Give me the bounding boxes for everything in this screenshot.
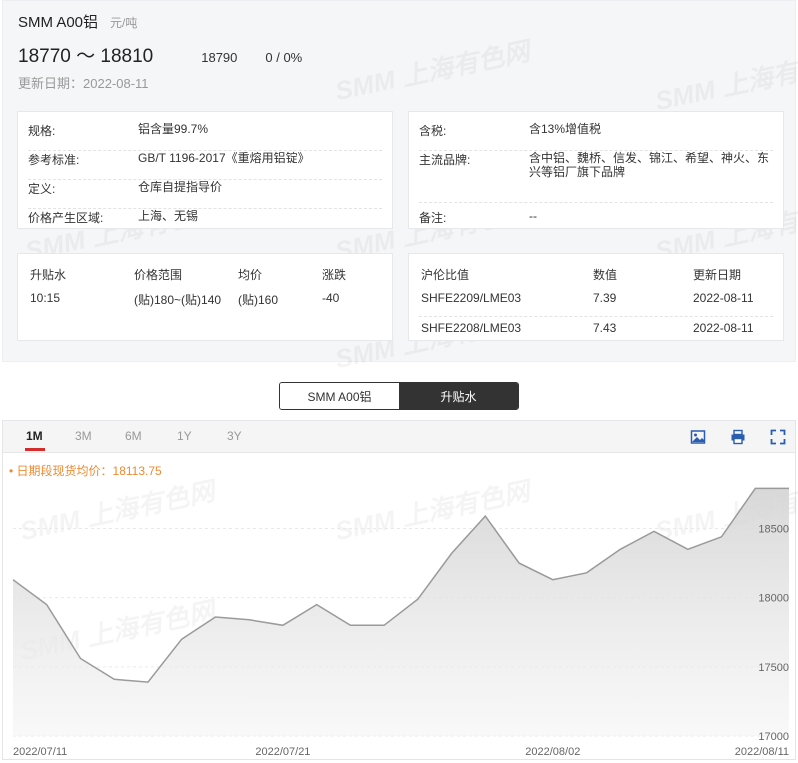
column-header: 升贴水 xyxy=(30,268,67,282)
spec-row: 含税: 含13%增值税 xyxy=(419,122,773,151)
watermark: SMM 上海有色网 xyxy=(331,31,532,108)
range-tab-3m[interactable]: 3M xyxy=(75,429,92,443)
spec-value: 含13%增值税 xyxy=(529,122,602,136)
spec-key: 含税: xyxy=(419,124,447,138)
range-tab-6m[interactable]: 6M xyxy=(125,429,142,443)
price-chart: 17000 17500 18000 18500 2022/07/11 2022/07/2… xyxy=(12,487,789,758)
update-date: 更新日期：2022-08-11 xyxy=(18,76,149,91)
spec-card-left: 规格: 铝含量99.7% 参考标准: GB/T 1196-2017《重熔用铝锭》… xyxy=(17,111,393,229)
spec-row: 规格: 铝含量99.7% xyxy=(28,122,382,151)
spec-card-right: 含税: 含13%增值税 主流品牌: 含中铝、魏桥、信发、锦江、希望、神火、东兴等… xyxy=(408,111,784,229)
column-header: 沪伦比值 xyxy=(421,268,470,282)
y-tick-label: 17500 xyxy=(758,662,789,674)
column-header: 涨跌 xyxy=(322,268,347,282)
view-toggle: SMM A00铝 升贴水 xyxy=(279,382,519,410)
x-tick-label: 2022/08/11 xyxy=(735,746,789,758)
y-tick-label: 18500 xyxy=(758,524,789,536)
toggle-smm-a00[interactable]: SMM A00铝 xyxy=(280,383,399,409)
spec-row: 价格产生区域: 上海、无锡 xyxy=(28,209,382,229)
spec-key: 主流品牌: xyxy=(419,153,471,167)
price-summary-panel: SMM 上海有色网 SMM 上海有色网 SMM 上海有色网 SMM 上海有色网 … xyxy=(2,0,798,374)
table-cell: (贴)180~(贴)140 xyxy=(134,293,222,307)
table-row: SHFE2208/LME03 7.43 2022-08-11 xyxy=(419,321,773,341)
spec-key: 价格产生区域: xyxy=(28,211,104,225)
toggle-premium[interactable]: 升贴水 xyxy=(399,383,518,409)
price-row: 18770 ～ 18810 18790 0 / 0% xyxy=(18,41,302,68)
spec-value: 铝含量99.7% xyxy=(138,122,209,136)
y-tick-label: 18000 xyxy=(758,593,789,605)
table-cell: 2022-08-11 xyxy=(693,291,754,305)
product-name: SMM A00铝 xyxy=(18,14,99,31)
premium-card: 升贴水 价格范围 均价 涨跌 10:15 (贴)180~(贴)140 (贴)16… xyxy=(17,253,393,341)
ratio-card: 沪伦比值 数值 更新日期 SHFE2209/LME03 7.39 2022-08… xyxy=(408,253,784,341)
image-icon[interactable] xyxy=(690,429,706,445)
range-tab-1y[interactable]: 1Y xyxy=(177,429,192,443)
price-range: 18770 ～ 18810 xyxy=(18,46,154,67)
range-tab-bar: 1M 3M 6M 1Y 3Y xyxy=(3,421,795,453)
product-title: SMM A00铝 元/吨 xyxy=(18,11,137,32)
spec-row: 主流品牌: 含中铝、魏桥、信发、锦江、希望、神火、东兴等铝厂旗下品牌 xyxy=(419,151,773,203)
x-tick-label: 2022/07/21 xyxy=(255,746,310,758)
spec-value: 上海、无锡 xyxy=(138,209,199,223)
range-tab-1m[interactable]: 1M xyxy=(26,429,43,443)
spec-value: GB/T 1196-2017《重熔用铝锭》 xyxy=(138,151,310,165)
table-cell: (贴)160 xyxy=(238,293,279,307)
spec-row: 参考标准: GB/T 1196-2017《重熔用铝锭》 xyxy=(28,151,382,180)
spec-row: 定义: 仓库自提指导价 xyxy=(28,180,382,209)
fullscreen-icon[interactable] xyxy=(770,429,786,445)
column-header: 均价 xyxy=(238,268,263,282)
watermark: SMM 上海有色网 xyxy=(651,41,798,118)
spec-value: -- xyxy=(529,209,537,223)
spec-key: 规格: xyxy=(28,124,56,138)
price-change: 0 / 0% xyxy=(265,50,303,65)
chart-panel: 1M 3M 6M 1Y 3Y • 日期段现货均价：18113.75 SMM 上海… xyxy=(2,420,798,760)
range-tab-3y[interactable]: 3Y xyxy=(227,429,242,443)
spec-value: 含中铝、魏桥、信发、锦江、希望、神火、东兴等铝厂旗下品牌 xyxy=(529,151,770,179)
spec-key: 参考标准: xyxy=(28,153,80,167)
table-cell: 10:15 xyxy=(30,291,61,305)
table-header: 沪伦比值 数值 更新日期 xyxy=(419,266,773,286)
table-row: SHFE2209/LME03 7.39 2022-08-11 xyxy=(419,291,773,317)
spec-value: 仓库自提指导价 xyxy=(138,180,223,194)
active-tab-underline xyxy=(25,448,45,451)
table-header: 升贴水 价格范围 均价 涨跌 xyxy=(28,266,382,286)
column-header: 价格范围 xyxy=(134,268,183,282)
column-header: 更新日期 xyxy=(693,268,742,282)
y-tick-label: 17000 xyxy=(758,731,789,743)
table-cell: 2022-08-11 xyxy=(693,321,754,335)
table-cell: 7.43 xyxy=(593,321,617,335)
spec-key: 备注: xyxy=(419,211,447,225)
column-header: 数值 xyxy=(593,268,618,282)
table-cell: SHFE2209/LME03 xyxy=(421,291,522,305)
table-cell: -40 xyxy=(322,291,340,305)
price-average: 18790 xyxy=(201,50,238,65)
x-tick-label: 2022/08/02 xyxy=(525,746,580,758)
x-tick-label: 2022/07/11 xyxy=(13,746,67,758)
price-unit: 元/吨 xyxy=(110,16,138,30)
table-cell: SHFE2208/LME03 xyxy=(421,321,522,335)
spec-key: 定义: xyxy=(28,182,56,196)
print-icon[interactable] xyxy=(730,429,746,445)
table-row: 10:15 (贴)180~(贴)140 (贴)160 -40 xyxy=(28,291,382,311)
spec-row: 备注: -- xyxy=(419,209,773,229)
table-cell: 7.39 xyxy=(593,291,617,305)
